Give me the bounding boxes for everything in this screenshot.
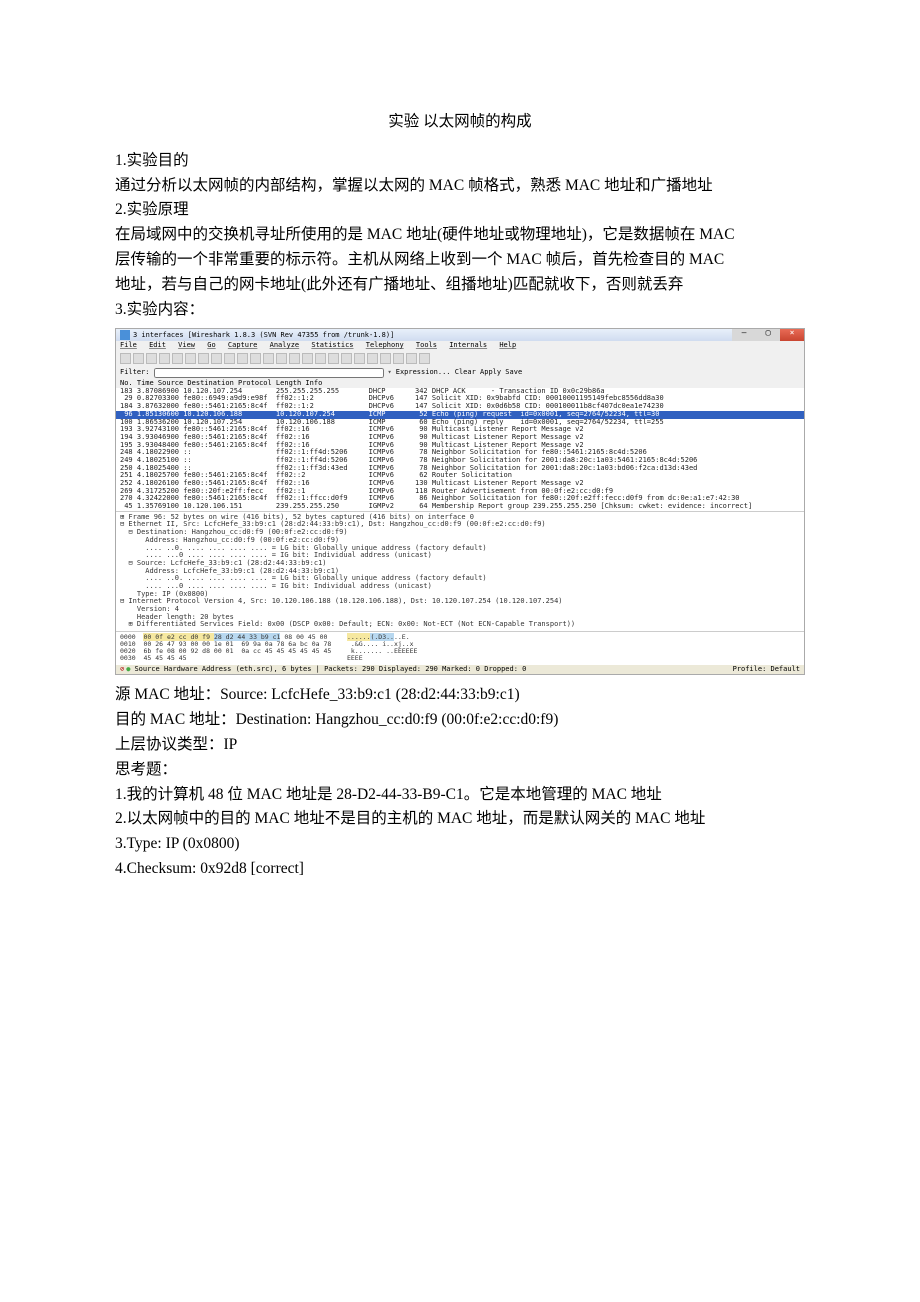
- toolbar-icon[interactable]: [159, 353, 170, 364]
- toolbar-icon[interactable]: [380, 353, 391, 364]
- toolbar-icon[interactable]: [172, 353, 183, 364]
- toolbar-icon[interactable]: [315, 353, 326, 364]
- answer-src-mac: 源 MAC 地址：Source: LcfcHefe_33:b9:c1 (28:d…: [115, 683, 805, 708]
- menu-help[interactable]: Help: [499, 341, 516, 349]
- toolbar-icon[interactable]: [328, 353, 339, 364]
- filter-bar: Filter: ▾ Expression... Clear Apply Save: [116, 366, 804, 380]
- toolbar-icon[interactable]: [120, 353, 131, 364]
- document-page: 实验 以太网帧的构成 1.实验目的 通过分析以太网帧的内部结构，掌握以太网的 M…: [0, 0, 920, 882]
- menu-go[interactable]: Go: [207, 341, 215, 349]
- toolbar-icon[interactable]: [133, 353, 144, 364]
- warn-icon: ⊘: [120, 666, 124, 674]
- menu-internals[interactable]: Internals: [449, 341, 487, 349]
- menu-view[interactable]: View: [178, 341, 195, 349]
- toolbar-icon[interactable]: [224, 353, 235, 364]
- toolbar-icon[interactable]: [146, 353, 157, 364]
- doc-title: 实验 以太网帧的构成: [115, 110, 805, 135]
- section-purpose-body: 通过分析以太网帧的内部结构，掌握以太网的 MAC 帧格式，熟悉 MAC 地址和广…: [115, 174, 805, 199]
- menu-file[interactable]: File: [120, 341, 137, 349]
- titlebar: 3 interfaces [Wireshark 1.8.3 (SVN Rev 4…: [116, 329, 804, 341]
- toolbar-icon[interactable]: [211, 353, 222, 364]
- packet-details[interactable]: ⊞ Frame 96: 52 bytes on wire (416 bits),…: [116, 511, 804, 631]
- question-2: 2.以太网帧中的目的 MAC 地址不是目的主机的 MAC 地址，而是默认网关的 …: [115, 807, 805, 832]
- status-left: Source Hardware Address (eth.src), 6 byt…: [134, 666, 526, 674]
- packet-list[interactable]: No. Time Source Destination Protocol Len…: [116, 380, 804, 511]
- menu-tools[interactable]: Tools: [416, 341, 437, 349]
- toolbar-icon[interactable]: [341, 353, 352, 364]
- menu-statistics[interactable]: Statistics: [311, 341, 353, 349]
- ok-icon: ●: [126, 666, 130, 674]
- filter-input[interactable]: [154, 368, 384, 378]
- section-principle-line3: 地址，若与自己的网卡地址(此外还有广播地址、组播地址)匹配就收下，否则就丢弃: [115, 273, 805, 298]
- maximize-button[interactable]: ▢: [756, 329, 780, 341]
- status-right: Profile: Default: [733, 666, 800, 674]
- question-4: 4.Checksum: 0x92d8 [correct]: [115, 857, 805, 882]
- status-bar: ⊘ ● Source Hardware Address (eth.src), 6…: [116, 665, 804, 675]
- toolbar-icon[interactable]: [406, 353, 417, 364]
- toolbar-icon[interactable]: [367, 353, 378, 364]
- filter-label: Filter:: [120, 369, 150, 377]
- toolbar-icon[interactable]: [250, 353, 261, 364]
- filter-actions[interactable]: Expression... Clear Apply Save: [396, 369, 522, 377]
- question-1: 1.我的计算机 48 位 MAC 地址是 28-D2-44-33-B9-C1。它…: [115, 783, 805, 808]
- questions-head: 思考题：: [115, 758, 805, 783]
- window-title: 3 interfaces [Wireshark 1.8.3 (SVN Rev 4…: [133, 332, 394, 340]
- answer-proto: 上层协议类型：IP: [115, 733, 805, 758]
- menu-capture[interactable]: Capture: [228, 341, 258, 349]
- toolbar-icon[interactable]: [393, 353, 404, 364]
- toolbar-icon[interactable]: [263, 353, 274, 364]
- packet-row[interactable]: 45 1.35769100 10.120.106.151 239.255.255…: [116, 503, 804, 511]
- minimize-button[interactable]: –: [732, 329, 756, 341]
- section-principle-head: 2.实验原理: [115, 198, 805, 223]
- toolbar-icon[interactable]: [276, 353, 287, 364]
- close-button[interactable]: ×: [780, 329, 804, 341]
- toolbar-icon[interactable]: [289, 353, 300, 364]
- window-buttons: – ▢ ×: [732, 329, 804, 341]
- menu-edit[interactable]: Edit: [149, 341, 166, 349]
- section-content-head: 3.实验内容：: [115, 298, 805, 323]
- section-purpose-head: 1.实验目的: [115, 149, 805, 174]
- question-3: 3.Type: IP (0x0800): [115, 832, 805, 857]
- answer-dst-mac: 目的 MAC 地址：Destination: Hangzhou_cc:d0:f9…: [115, 708, 805, 733]
- toolbar-icon[interactable]: [302, 353, 313, 364]
- section-principle-line1: 在局域网中的交换机寻址所使用的是 MAC 地址(硬件地址或物理地址)，它是数据帧…: [115, 223, 805, 248]
- toolbar-icon[interactable]: [419, 353, 430, 364]
- app-icon: [120, 330, 130, 340]
- menu-analyze[interactable]: Analyze: [270, 341, 300, 349]
- toolbar-icon[interactable]: [354, 353, 365, 364]
- toolbar: [116, 351, 804, 366]
- packet-bytes[interactable]: 0000 00 0f e2 cc d0 f9 28 d2 44 33 b9 c1…: [116, 631, 804, 665]
- toolbar-icon[interactable]: [198, 353, 209, 364]
- toolbar-icon[interactable]: [237, 353, 248, 364]
- wireshark-screenshot: – ▢ × 3 interfaces [Wireshark 1.8.3 (SVN…: [115, 328, 805, 675]
- section-principle-line2: 层传输的一个非常重要的标示符。主机从网络上收到一个 MAC 帧后，首先检查目的 …: [115, 248, 805, 273]
- toolbar-icon[interactable]: [185, 353, 196, 364]
- menu-bar: File Edit View Go Capture Analyze Statis…: [116, 341, 804, 351]
- menu-telephony[interactable]: Telephony: [366, 341, 404, 349]
